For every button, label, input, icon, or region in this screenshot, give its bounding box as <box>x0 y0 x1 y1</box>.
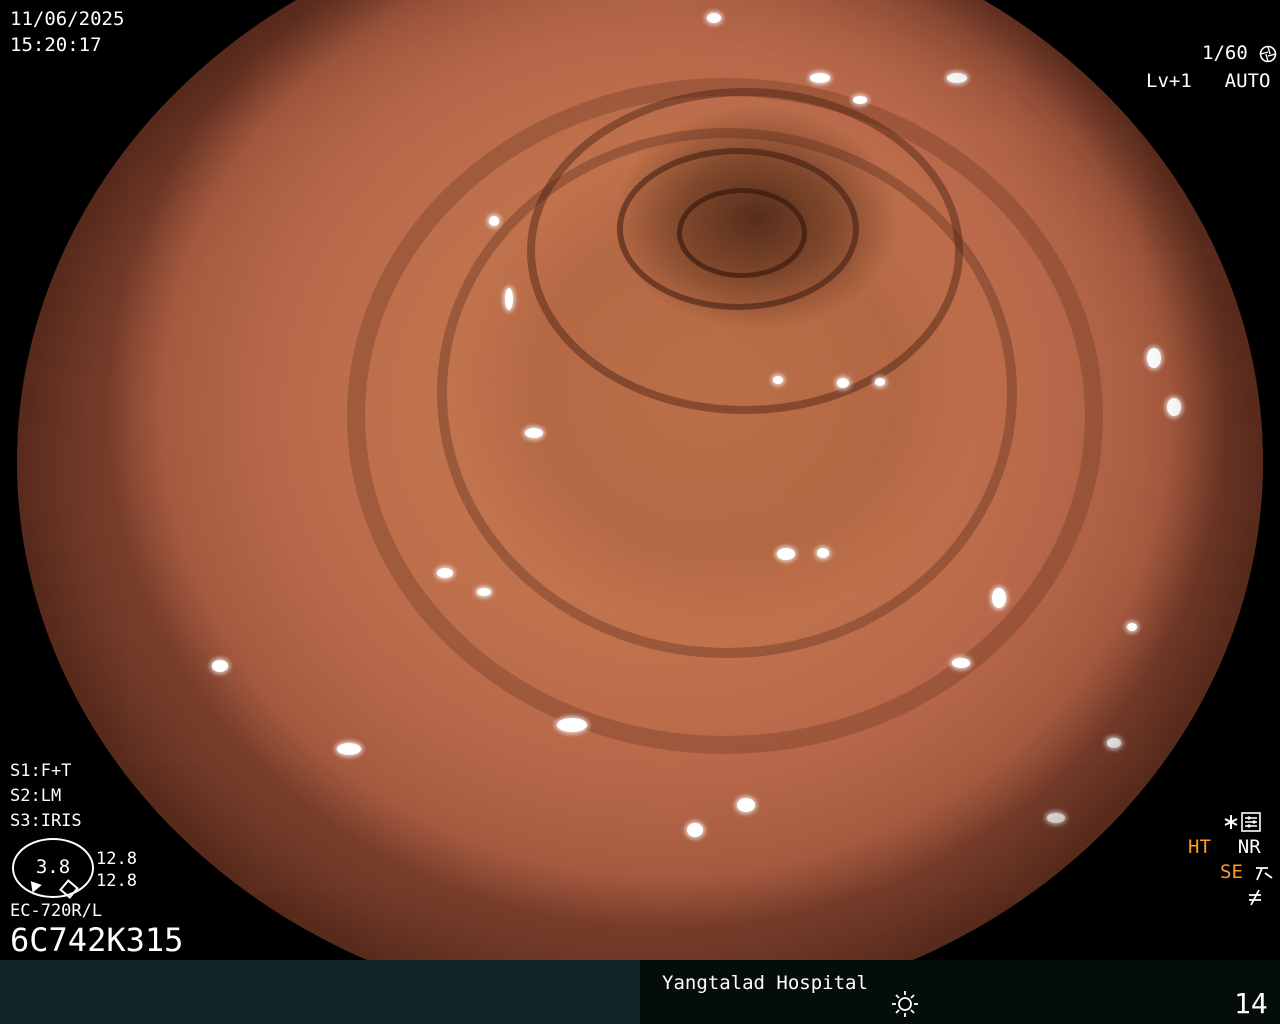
shutter-speed: 1/60 <box>1202 42 1277 64</box>
shutter-speed-value: 1/60 <box>1202 42 1248 64</box>
mode-se: SE <box>1220 861 1243 883</box>
endoscopic-image <box>17 0 1263 960</box>
light-indicator <box>890 990 920 1018</box>
enhancement-icon <box>1256 866 1273 880</box>
iris-gauge: 3.8 <box>12 838 94 899</box>
date-label: 11/06/2025 <box>10 8 125 30</box>
asterisk-settings-icon <box>1224 811 1261 832</box>
iris-upper: 12.8 <box>96 849 137 869</box>
aperture-icon <box>1259 45 1277 62</box>
iris-marker-icon <box>26 877 42 893</box>
mode-ht: HT <box>1188 836 1211 858</box>
mode-row-ht-nr: HT NR <box>1188 836 1261 858</box>
auto-label: AUTO <box>1224 70 1271 92</box>
sun-icon <box>892 991 918 1017</box>
s2-setting: S2:LM <box>10 786 62 806</box>
hospital-name: Yangtalad Hospital <box>662 972 868 994</box>
mode-row-se: SE <box>1220 861 1274 883</box>
frame-number: 14 <box>1234 987 1268 1020</box>
unlink-icon <box>1249 889 1261 905</box>
scope-serial: 6C742K315 <box>10 921 184 959</box>
iris-lower: 12.8 <box>96 871 137 891</box>
endoscopy-viewport <box>0 0 1280 960</box>
unlink-indicator <box>1246 885 1264 907</box>
scope-model: EC-720R/L <box>10 901 103 921</box>
mode-nr: NR <box>1237 836 1261 858</box>
level-auto-row: Lv+1 AUTO <box>1146 70 1280 92</box>
level-label: Lv+1 <box>1146 70 1192 92</box>
time-label: 15:20:17 <box>10 34 102 56</box>
iris-value: 3.8 <box>35 856 71 878</box>
settings-indicator <box>1224 810 1264 833</box>
s1-setting: S1:F+T <box>10 761 72 781</box>
s3-setting: S3:IRIS <box>10 811 82 831</box>
